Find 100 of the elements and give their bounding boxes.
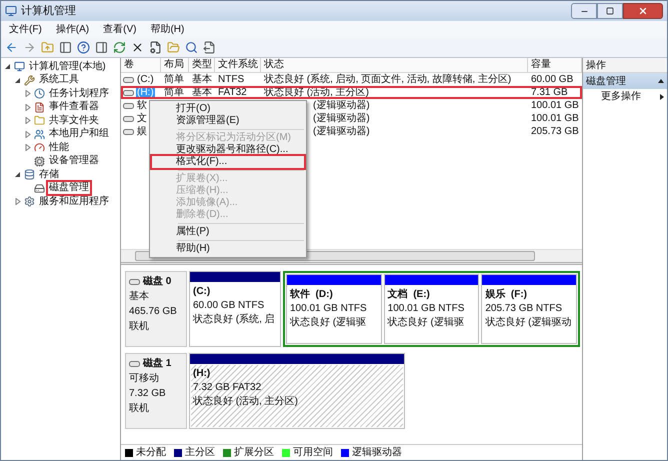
drive-icon (123, 128, 134, 134)
legend-label: 扩展分区 (234, 446, 274, 460)
column-header[interactable]: 卷 (121, 58, 161, 72)
tree-item[interactable]: 事件查看器 (48, 101, 100, 114)
actions-header: 操作 (583, 58, 667, 73)
maximize-icon (606, 7, 614, 15)
column-header[interactable]: 容量 (528, 58, 582, 72)
column-header[interactable]: 类型 (189, 58, 215, 72)
partition-status: 状态良好 (逻辑驱 (388, 317, 465, 329)
partition-size: 60.00 GB NTFS (193, 300, 266, 312)
folder-up-icon[interactable] (41, 41, 54, 54)
partition-size: 7.32 GB FAT32 (193, 382, 262, 394)
drive-icon (123, 102, 134, 108)
context-menu-item[interactable]: 帮助(H) (152, 243, 304, 255)
tree-item[interactable]: 磁盘管理 (48, 182, 90, 194)
partition-block[interactable]: (C:) 60.00 GB NTFS 状态良好 (系统, 启 (189, 271, 281, 347)
tree-item[interactable]: 计算机管理(本地) (28, 60, 107, 73)
menu-item[interactable]: 查看(V) (97, 22, 142, 37)
context-menu-item[interactable]: 属性(P) (152, 226, 304, 238)
expanded-arrow-icon[interactable] (14, 171, 20, 178)
table-cell: (C:) (136, 73, 155, 86)
collapsed-arrow-icon[interactable] (14, 198, 20, 206)
forward-arrow-icon[interactable] (23, 41, 36, 54)
maximize-button[interactable] (597, 3, 623, 19)
actions-section-header[interactable]: 磁盘管理 (583, 73, 667, 89)
tree-item[interactable]: 性能 (48, 142, 70, 154)
wrench-icon (24, 74, 35, 86)
properties-icon[interactable] (149, 41, 162, 54)
partition-status: 状态良好 (系统, 启 (193, 314, 276, 326)
disk-name: 磁盘 0 (143, 274, 172, 289)
table-cell: 状态良好 (系统, 启动, 页面文件, 活动, 故障转储, 主分区) (264, 74, 512, 85)
panel-left-icon[interactable] (59, 41, 72, 54)
legend-label: 可用空间 (293, 446, 333, 460)
tree-item[interactable]: 本地用户和组 (48, 128, 110, 140)
partition-label: 软件 (D:) (290, 289, 334, 301)
chip-icon (34, 156, 45, 167)
refresh-icon[interactable] (113, 41, 126, 54)
disk-status: 联机 (129, 320, 150, 334)
partition-status: 状态良好 (活动, 主分区) (193, 396, 299, 408)
partition-size: 100.01 GB NTFS (290, 303, 368, 315)
partition-label: 娱乐 (F:) (485, 289, 528, 301)
context-menu-item[interactable]: 格式化(F)... (152, 156, 304, 168)
search-icon[interactable] (185, 41, 198, 54)
context-menu-item[interactable]: 资源管理器(E) (152, 115, 304, 127)
collapse-caret-icon (658, 79, 664, 83)
table-cell: NTFS (218, 74, 244, 85)
drive-icon (129, 278, 140, 284)
tree-item[interactable]: 存储 (38, 168, 60, 181)
drive-icon (123, 76, 134, 82)
menu-item[interactable]: 文件(F) (3, 22, 48, 37)
partition-label: (H:) (193, 368, 212, 380)
disk-status: 联机 (129, 402, 150, 416)
action-link[interactable]: 更多操作 (583, 89, 667, 104)
table-cell: 205.73 GB (531, 126, 579, 137)
table-cell: 简单 (164, 74, 184, 85)
close-icon (638, 6, 648, 16)
tree-item[interactable]: 设备管理器 (48, 155, 100, 168)
legend-label: 逻辑驱动器 (352, 446, 402, 460)
disk-type: 基本 (129, 290, 150, 304)
partition-status: 状态良好 (逻辑驱 (290, 317, 368, 329)
partition-label: (C:) (193, 286, 212, 298)
table-cell: 基本 (192, 74, 212, 85)
table-cell: 软 (136, 99, 148, 112)
column-header[interactable]: 文件系统 (215, 58, 261, 72)
partition-block[interactable]: 娱乐 (F:) 205.73 GB NTFS 状态良好 (逻辑驱动 (481, 274, 578, 344)
context-menu-item[interactable]: 打开(O) (152, 103, 304, 115)
help-icon[interactable] (77, 41, 90, 54)
column-header[interactable]: 状态 (261, 58, 528, 72)
document-icon (34, 102, 45, 113)
partition-block[interactable]: (H:) 7.32 GB FAT32 状态良好 (活动, 主分区) (189, 353, 405, 429)
column-header[interactable]: 布局 (161, 58, 189, 72)
hard-drive-icon (34, 182, 45, 194)
window-title: 计算机管理 (21, 4, 76, 19)
panel-right-icon[interactable] (95, 41, 108, 54)
drive-icon (129, 360, 140, 366)
back-arrow-icon[interactable] (5, 41, 18, 54)
disk-name: 磁盘 1 (143, 356, 172, 371)
tree-item[interactable]: 服务和应用程序 (38, 196, 110, 208)
tree-item[interactable]: 系统工具 (38, 74, 80, 86)
gear-icon (24, 196, 35, 208)
partition-status: 状态良好 (逻辑驱动 (485, 317, 572, 329)
delete-icon[interactable] (131, 41, 144, 54)
users-icon (34, 128, 45, 140)
context-menu-item[interactable]: 更改驱动器号和路径(C)... (152, 144, 304, 156)
tree-item[interactable]: 共享文件夹 (48, 114, 100, 127)
partition-block[interactable]: 软件 (D:) 100.01 GB NTFS 状态良好 (逻辑驱 (286, 274, 382, 344)
partition-size: 100.01 GB NTFS (388, 303, 466, 315)
table-cell: 100.01 GB (531, 100, 579, 111)
storage-icon (24, 169, 35, 180)
menu-item[interactable]: 帮助(H) (144, 22, 190, 37)
partition-block[interactable]: 文档 (E:) 100.01 GB NTFS 状态良好 (逻辑驱 (384, 274, 480, 344)
export-icon[interactable] (203, 41, 216, 54)
close-button[interactable] (623, 3, 663, 19)
folder-open-icon[interactable] (167, 41, 180, 54)
table-cell: 文 (136, 112, 148, 125)
table-cell: (逻辑驱动器) (313, 100, 370, 111)
menu-item[interactable]: 操作(A) (50, 22, 96, 37)
disk-type: 可移动 (129, 372, 160, 386)
drive-icon (123, 90, 134, 96)
tree-item[interactable]: 任务计划程序 (48, 88, 110, 100)
